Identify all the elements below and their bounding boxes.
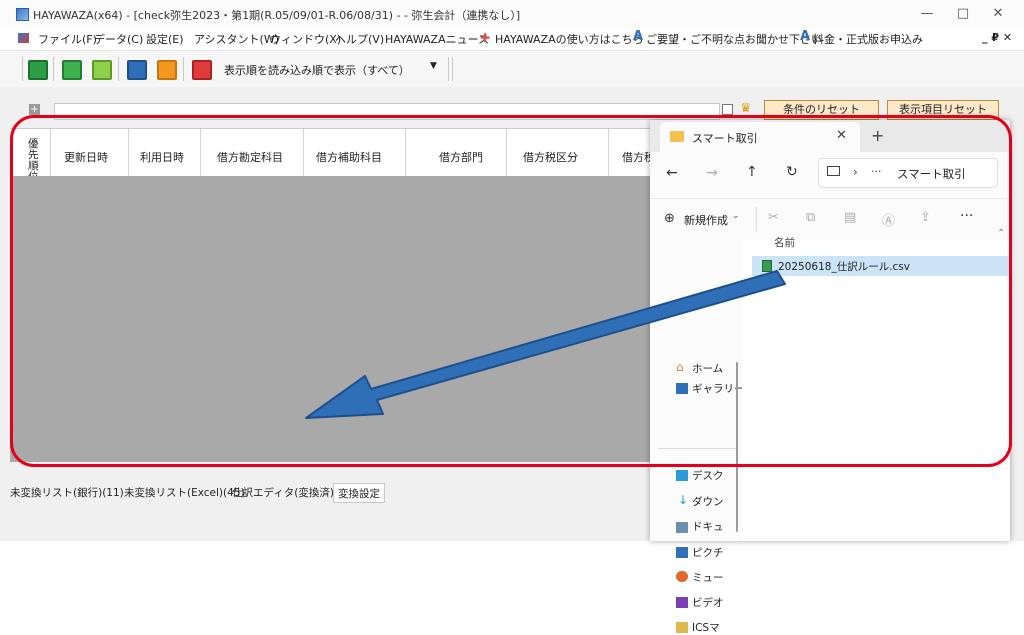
sidebar-item-pictures[interactable]: ピクチ [692,545,724,560]
pictures-icon [676,547,688,558]
sidebar-item-ics[interactable]: ICSマ [692,620,720,635]
sidebar-item-music[interactable]: ミュー [692,570,724,585]
sidebar-item-videos[interactable]: ビデオ [692,595,724,610]
drag-arrow-shape [305,270,786,419]
drag-arrow [305,270,786,419]
music-icon [676,571,688,582]
folder-icon [676,622,688,633]
videos-icon [676,597,688,608]
